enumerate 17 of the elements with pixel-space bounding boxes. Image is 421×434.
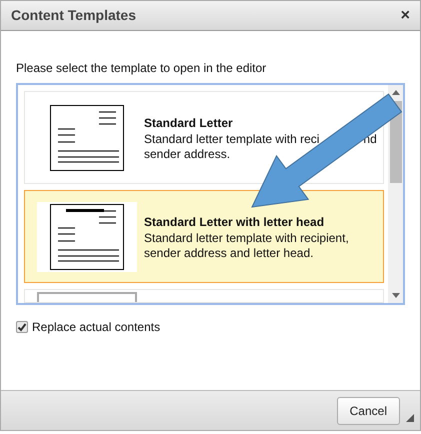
- template-title: Standard Letter: [144, 114, 234, 132]
- cancel-button[interactable]: Cancel: [336, 396, 400, 424]
- checkbox[interactable]: [16, 321, 28, 333]
- scrollbar[interactable]: [388, 85, 403, 303]
- scroll-up-icon[interactable]: [392, 90, 400, 95]
- window-title: Content Templates: [11, 6, 136, 25]
- checkbox-label: Replace actual contents: [32, 319, 160, 336]
- template-description: Standard letter template with recipient,: [144, 230, 349, 246]
- template-title: Standard Letter with letter head: [144, 214, 326, 230]
- close-button[interactable]: ×: [400, 8, 410, 24]
- template-description: sender address and letter head.: [144, 246, 314, 260]
- template-description: Standard letter template with reci: [144, 132, 320, 146]
- resize-grip-icon[interactable]: [406, 414, 414, 422]
- template-description: sender address.: [144, 146, 230, 162]
- template-item[interactable]: Standard Letter with letter head Standard letter template with recipient, sender address and letter head.: [24, 190, 384, 283]
- scroll-down-icon[interactable]: [392, 293, 400, 298]
- instruction-text: Please select the template to open in the editor: [16, 60, 268, 77]
